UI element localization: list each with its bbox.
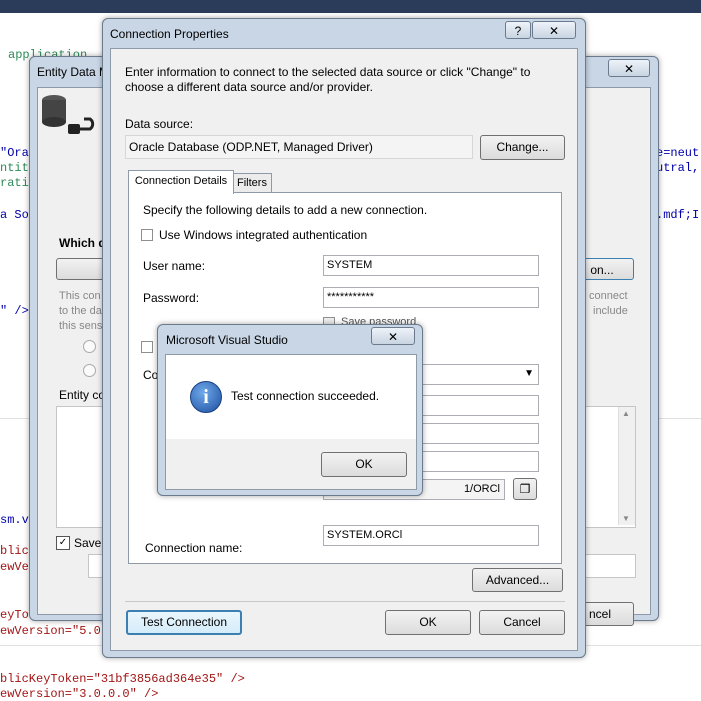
messagebox-title: Microsoft Visual Studio <box>166 333 288 347</box>
username-label: User name: <box>143 259 206 273</box>
help-button[interactable]: ? <box>505 21 531 39</box>
close-button[interactable]: ✕ <box>371 327 415 345</box>
title-bar <box>0 0 701 13</box>
code-line: .mdf;I <box>656 208 700 222</box>
copy-icon: ❐ <box>519 482 531 496</box>
entity-connection-label: Entity co <box>59 388 106 402</box>
connection-name-label: Connection name: <box>145 541 243 555</box>
password-input[interactable]: *********** <box>323 287 539 308</box>
windows-auth-label: Use Windows integrated authentication <box>159 228 368 242</box>
close-button[interactable]: ✕ <box>608 59 650 77</box>
code-line: " /> <box>0 304 29 318</box>
wizard-text: include <box>593 305 628 317</box>
wizard-text: connect <box>589 290 628 302</box>
code-line: ewVe <box>0 560 29 574</box>
tab-filters[interactable]: Filters <box>232 173 272 193</box>
tab-connection-details[interactable]: Connection Details <box>128 170 234 194</box>
message-box: Microsoft Visual Studio ✕ i Test connect… <box>157 324 423 496</box>
code-line: blicKeyToken="31bf3856ad364e35" /> <box>0 672 245 686</box>
data-source-label: Data source: <box>125 117 194 131</box>
message-area: i Test connection succeeded. <box>166 355 416 439</box>
code-line: "Ora <box>0 146 29 160</box>
advanced-button[interactable]: Advanced... <box>472 568 563 592</box>
code-line: ntit <box>0 161 29 175</box>
code-line: ewVersion="3.0.0.0" /> <box>0 687 159 701</box>
close-icon: ✕ <box>387 330 399 344</box>
radio-button[interactable] <box>83 364 96 377</box>
windows-auth-checkbox[interactable] <box>141 229 153 241</box>
specify-text: Specify the following details to add a n… <box>143 203 428 217</box>
messagebox-client: i Test connection succeeded. OK <box>165 354 417 490</box>
wizard-text: this sens <box>59 320 103 332</box>
code-line: sm.v <box>0 513 29 527</box>
data-source-field: Oracle Database (ODP.NET, Managed Driver… <box>125 135 473 159</box>
code-line: e=neut <box>656 146 700 160</box>
connection-name-input[interactable]: SYSTEM.ORCl <box>323 525 539 546</box>
scroll-down-icon: ▼ <box>622 514 630 523</box>
help-icon: ? <box>514 24 522 38</box>
cancel-button[interactable]: Cancel <box>479 610 565 635</box>
info-icon: i <box>190 381 222 413</box>
save-label: Save <box>74 536 102 550</box>
wizard-text: to the da <box>59 305 102 317</box>
save-checkbox[interactable]: ✓ <box>56 536 70 550</box>
code-line: ewVersion="5.0. <box>0 624 109 638</box>
close-icon: ✕ <box>623 62 635 76</box>
message-text: Test connection succeeded. <box>231 389 380 403</box>
close-button[interactable]: ✕ <box>532 21 576 39</box>
divider <box>125 601 565 602</box>
scroll-up-icon: ▲ <box>622 409 630 418</box>
test-connection-button[interactable]: Test Connection <box>126 610 242 635</box>
window-title: Entity Data M <box>37 65 110 79</box>
code-line: utral, <box>656 161 700 175</box>
ok-button[interactable]: OK <box>385 610 471 635</box>
wizard-heading: Which d <box>59 236 106 250</box>
password-label: Password: <box>143 291 200 305</box>
dialog-title: Connection Properties <box>110 27 229 41</box>
code-line: rati <box>0 176 29 190</box>
chevron-down-icon: ▼ <box>524 368 534 379</box>
radio-button[interactable] <box>83 340 96 353</box>
scrollbar[interactable]: ▲ ▼ <box>618 407 635 525</box>
username-input[interactable]: SYSTEM <box>323 255 539 276</box>
change-button[interactable]: Change... <box>480 135 565 160</box>
option-checkbox[interactable] <box>141 341 153 353</box>
messagebox-ok-button[interactable]: OK <box>321 452 407 477</box>
intro-text: Enter information to connect to the sele… <box>125 65 531 94</box>
database-icon <box>42 95 95 134</box>
code-line: a So <box>0 208 29 222</box>
wizard-text: This con <box>59 290 101 302</box>
browse-button[interactable]: ❐ <box>513 478 537 500</box>
close-icon: ✕ <box>548 24 560 38</box>
